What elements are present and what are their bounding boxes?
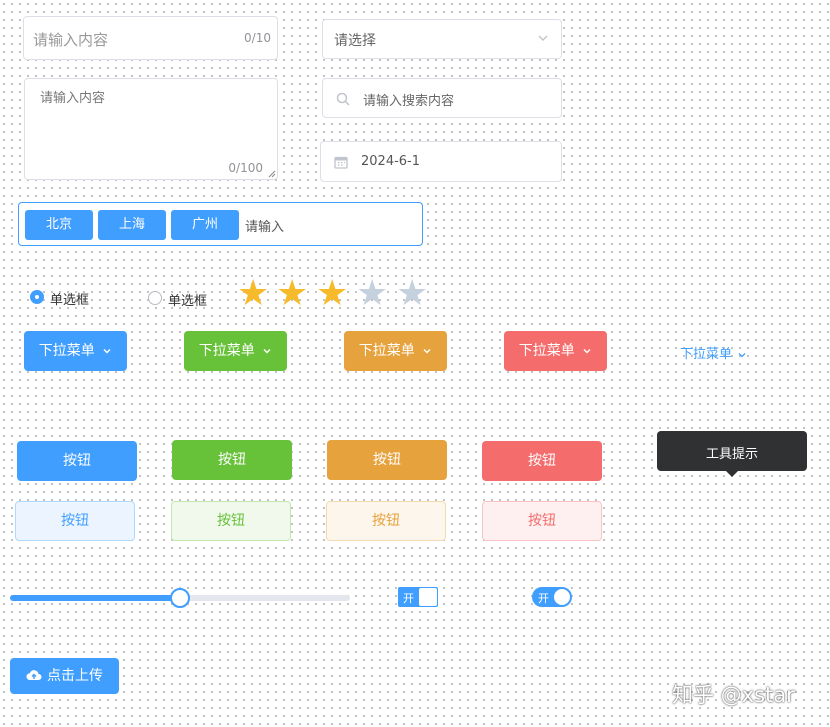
success-button[interactable]: 按钮 — [172, 440, 292, 480]
dropdown-link[interactable]: 下拉菜单 — [680, 343, 747, 362]
radio-label: 单选框 — [50, 293, 90, 308]
chevron-down-icon — [537, 32, 549, 44]
tag-beijing[interactable]: 北京 — [25, 210, 93, 240]
slider-handle[interactable] — [170, 588, 190, 608]
chevron-down-icon — [737, 350, 747, 360]
dropdown-label: 下拉菜单 — [358, 343, 415, 359]
chevron-down-icon — [262, 346, 272, 356]
text-input[interactable]: 请输入内容 0/10 — [23, 16, 278, 60]
primary-plain-button[interactable]: 按钮 — [15, 501, 135, 541]
radio-label: 单选框 — [168, 294, 208, 309]
danger-plain-button[interactable]: 按钮 — [482, 501, 602, 541]
warning-button[interactable]: 按钮 — [327, 440, 447, 480]
star-icon[interactable]: ★ — [276, 276, 308, 312]
dropdown-label: 下拉菜单 — [198, 343, 255, 359]
watermark: 知乎 @xstar — [672, 683, 795, 707]
switch-knob — [554, 589, 570, 605]
dropdown-label: 下拉菜单 — [518, 343, 575, 359]
chevron-down-icon — [102, 346, 112, 356]
switch-square[interactable]: 开 — [398, 587, 438, 607]
radio-unchecked-icon — [148, 291, 162, 305]
switch-label: 开 — [538, 592, 549, 605]
upload-cloud-icon — [26, 668, 42, 682]
select-input[interactable]: 请选择 — [322, 19, 562, 59]
slider[interactable] — [10, 588, 350, 608]
tooltip: 工具提示 — [657, 431, 807, 477]
primary-button[interactable]: 按钮 — [17, 441, 137, 481]
date-value: 2024-6-1 — [361, 154, 421, 169]
danger-button[interactable]: 按钮 — [482, 441, 602, 481]
star-icon[interactable]: ★ — [237, 276, 269, 312]
search-icon — [336, 92, 350, 106]
dropdown-success[interactable]: 下拉菜单 — [184, 331, 287, 371]
dropdown-warning[interactable]: 下拉菜单 — [344, 331, 447, 371]
dropdown-primary[interactable]: 下拉菜单 — [24, 331, 127, 371]
select-placeholder: 请选择 — [334, 33, 376, 49]
text-input-placeholder: 请输入内容 — [33, 31, 109, 49]
warning-plain-button[interactable]: 按钮 — [326, 501, 446, 541]
tag-input[interactable]: 北京 上海 广州 请输入 — [18, 202, 423, 246]
date-picker[interactable]: 2024-6-1 — [320, 141, 562, 182]
tooltip-text: 工具提示 — [705, 447, 758, 462]
chevron-down-icon — [422, 346, 432, 356]
resize-handle-icon[interactable] — [268, 170, 276, 178]
calendar-icon — [334, 155, 348, 169]
switch-round[interactable]: 开 — [532, 587, 572, 607]
tooltip-arrow — [726, 471, 738, 477]
star-icon[interactable]: ★ — [356, 276, 388, 312]
success-plain-button[interactable]: 按钮 — [171, 501, 291, 541]
tag-guangzhou[interactable]: 广州 — [171, 210, 239, 240]
switch-label: 开 — [403, 592, 414, 605]
dropdown-label: 下拉菜单 — [38, 343, 95, 359]
star-icon[interactable]: ★ — [316, 276, 348, 312]
switch-knob — [419, 588, 437, 606]
dropdown-label: 下拉菜单 — [680, 347, 733, 362]
radio-checked-icon — [30, 290, 44, 304]
search-input[interactable]: 请输入搜索内容 — [322, 78, 562, 118]
textarea[interactable]: 请输入内容 0/100 — [24, 78, 278, 180]
star-icon[interactable]: ★ — [396, 276, 428, 312]
slider-fill — [10, 595, 180, 601]
search-placeholder: 请输入搜索内容 — [363, 94, 455, 109]
char-counter: 0/10 — [244, 31, 271, 45]
chevron-down-icon — [582, 346, 592, 356]
textarea-placeholder: 请输入内容 — [40, 91, 106, 106]
tag-shanghai[interactable]: 上海 — [98, 210, 166, 240]
upload-button[interactable]: 点击上传 — [10, 658, 119, 694]
textarea-counter: 0/100 — [228, 161, 263, 175]
upload-label: 点击上传 — [47, 668, 103, 684]
tag-input-placeholder[interactable]: 请输入 — [245, 216, 284, 235]
dropdown-danger[interactable]: 下拉菜单 — [504, 331, 607, 371]
